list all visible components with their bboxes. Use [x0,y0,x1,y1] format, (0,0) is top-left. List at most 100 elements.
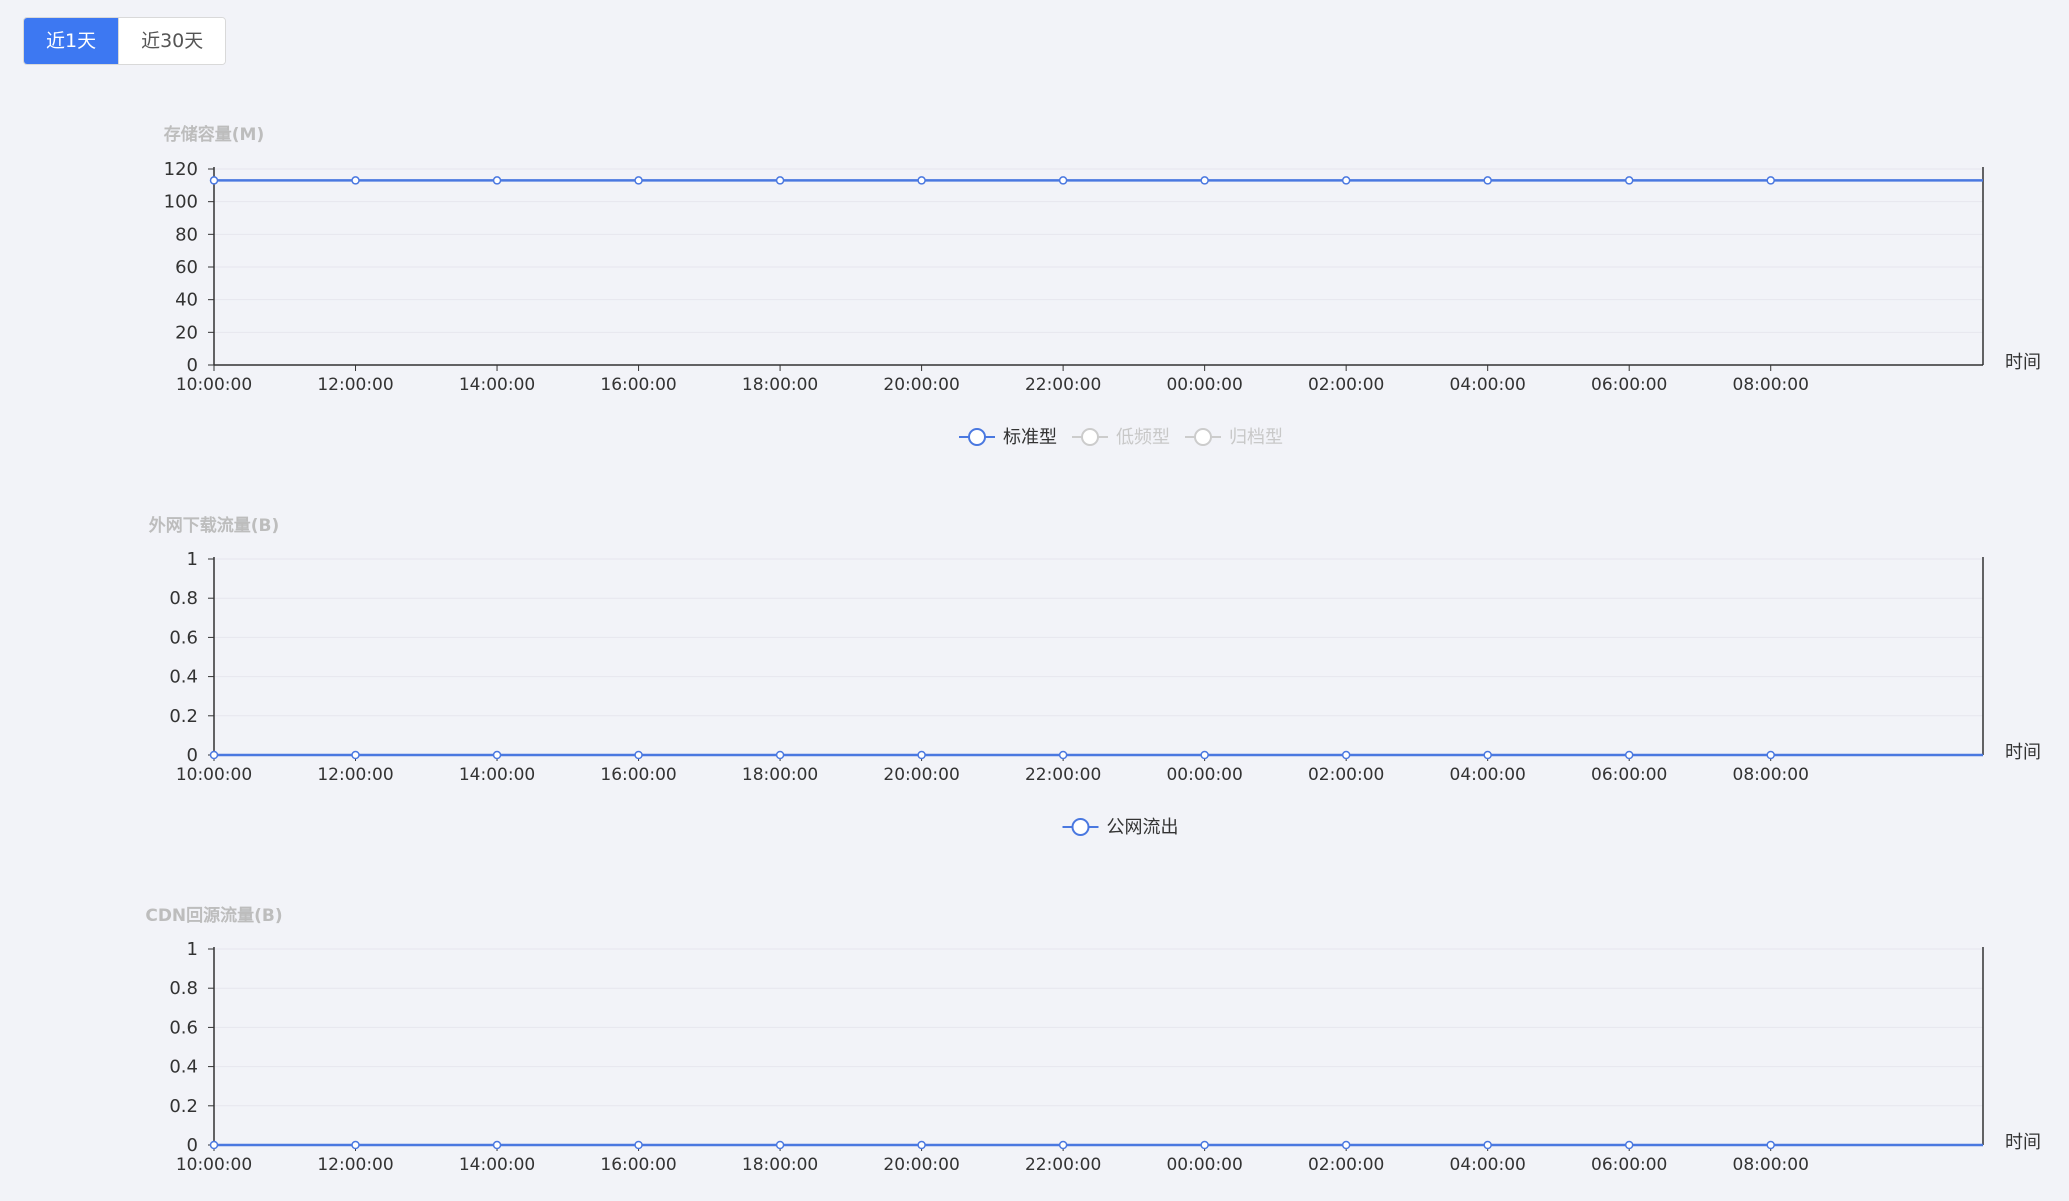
x-tick-label: 16:00:00 [600,765,676,785]
data-point [775,176,785,185]
data-point [351,1140,360,1150]
y-tick-label: 0.4 [169,667,198,688]
data-point [634,750,643,760]
x-tick-label: 10:00:00 [176,375,252,395]
x-tick-label: 02:00:00 [1308,375,1384,395]
x-tick-label: 18:00:00 [742,375,818,395]
y-tick-label: 0 [187,355,198,376]
data-point [209,176,219,185]
legend-circle-icon [968,428,986,446]
legend-circle-icon [1081,428,1099,446]
legend-circle-icon [1071,818,1090,836]
x-tick-label: 08:00:00 [1733,1155,1809,1175]
data-point [917,1140,926,1150]
y-tick-label: 0.4 [169,1057,198,1078]
data-point [1483,176,1492,185]
x-tick-label: 00:00:00 [1166,1155,1242,1175]
y-axis-title: 存储容量(M) [164,124,264,145]
x-tick-label: 02:00:00 [1308,765,1384,785]
data-point [1624,176,1634,185]
chart-panel-3: CDN回源流量(B) 0 0.2 0.4 0.6 0.8 1 10:00:00 12:00:00… [145,905,2041,1175]
y-tick-label: 20 [175,322,198,343]
x-tick-label: 04:00:00 [1450,1155,1526,1175]
data-point [209,1140,219,1150]
legend-label: 公网流出 [1107,817,1179,838]
data-point [351,176,360,185]
data-point [351,750,360,760]
legend-label: 归档型 [1229,427,1283,448]
y-axis-title: CDN回源流量(B) [145,905,282,926]
data-point [1058,176,1068,185]
x-tick-label: 22:00:00 [1025,1155,1101,1175]
charts-area: 存储容量(M)02040608010012010:00:00 12:00:00 14… [145,124,2041,1175]
x-tick-label: 16:00:00 [600,375,676,395]
chart-panel-2: 外网下载流量(B) 0 0.2 0.4 0.6 0.8 1 10:00:00 12:00:00 1… [149,515,2041,838]
x-tick-label: 04:00:00 [1450,765,1526,785]
y-tick-label: 0.6 [169,1017,198,1038]
data-point [1766,1140,1775,1150]
data-point [1624,750,1634,760]
data-point [492,176,502,185]
x-tick-label: 14:00:00 [459,375,535,395]
legend-item[interactable]: 低频型 [1072,427,1170,448]
x-tick-label: 20:00:00 [883,375,959,395]
y-tick-label: 0.2 [169,706,198,727]
data-point [634,176,643,185]
x-tick-label: 16:00:00 [600,1155,676,1175]
y-tick-label: 0 [187,1135,198,1156]
x-tick-label: 14:00:00 [459,1155,535,1175]
y-tick-label: 1 [187,549,198,570]
y-tick-label: 1 [187,939,198,960]
x-tick-label: 20:00:00 [883,765,959,785]
y-tick-label: 60 [175,257,198,278]
data-point [1766,176,1775,185]
legend-label: 低频型 [1116,427,1170,448]
y-tick-label: 40 [175,290,198,311]
y-tick-label: 80 [175,224,198,245]
data-point [1341,176,1351,185]
data-point [917,750,926,760]
x-axis-title: 时间 [2005,1132,2041,1153]
x-tick-label: 22:00:00 [1025,375,1101,395]
x-axis-title: 时间 [2005,352,2041,373]
legend-item[interactable]: 标准型 [959,427,1057,448]
x-tick-label: 00:00:00 [1166,375,1242,395]
data-point [209,750,219,760]
x-tick-label: 02:00:00 [1308,1155,1384,1175]
legend-item[interactable]: 归档型 [1185,427,1283,448]
data-point [1341,1140,1351,1150]
legend-item[interactable]: 公网流出 [1062,817,1179,838]
data-point [492,750,502,760]
x-axis-title: 时间 [2005,742,2041,763]
x-tick-label: 06:00:00 [1591,1155,1667,1175]
x-tick-label: 14:00:00 [459,765,535,785]
x-tick-label: 18:00:00 [742,1155,818,1175]
data-point [1483,750,1492,760]
data-point [775,1140,785,1150]
x-tick-label: 22:00:00 [1025,765,1101,785]
x-tick-label: 10:00:00 [176,765,252,785]
data-point [1200,750,1209,760]
legend-circle-icon [1194,428,1212,446]
x-tick-label: 10:00:00 [176,1155,252,1175]
y-tick-label: 0.8 [169,978,198,999]
y-tick-label: 120 [164,159,198,180]
x-tick-label: 00:00:00 [1166,765,1242,785]
data-point [1624,1140,1634,1150]
legend-label: 标准型 [1003,427,1057,448]
chart-panel-1: 存储容量(M) 0 20 40 60 80 100 120 10:00:00 12:00:00 14… [164,124,2041,448]
x-tick-label: 12:00:00 [317,1155,393,1175]
data-point [1483,1140,1492,1150]
data-point [1058,1140,1068,1150]
data-point [1766,750,1775,760]
data-point [1200,176,1209,185]
data-point [634,1140,643,1150]
x-tick-label: 20:00:00 [883,1155,959,1175]
y-axis-title: 外网下载流量(B) [149,515,280,536]
x-tick-label: 06:00:00 [1591,375,1667,395]
data-point [1200,1140,1209,1150]
x-tick-label: 04:00:00 [1450,375,1526,395]
x-tick-label: 12:00:00 [317,765,393,785]
y-tick-label: 0.2 [169,1096,198,1117]
x-tick-label: 08:00:00 [1733,375,1809,395]
